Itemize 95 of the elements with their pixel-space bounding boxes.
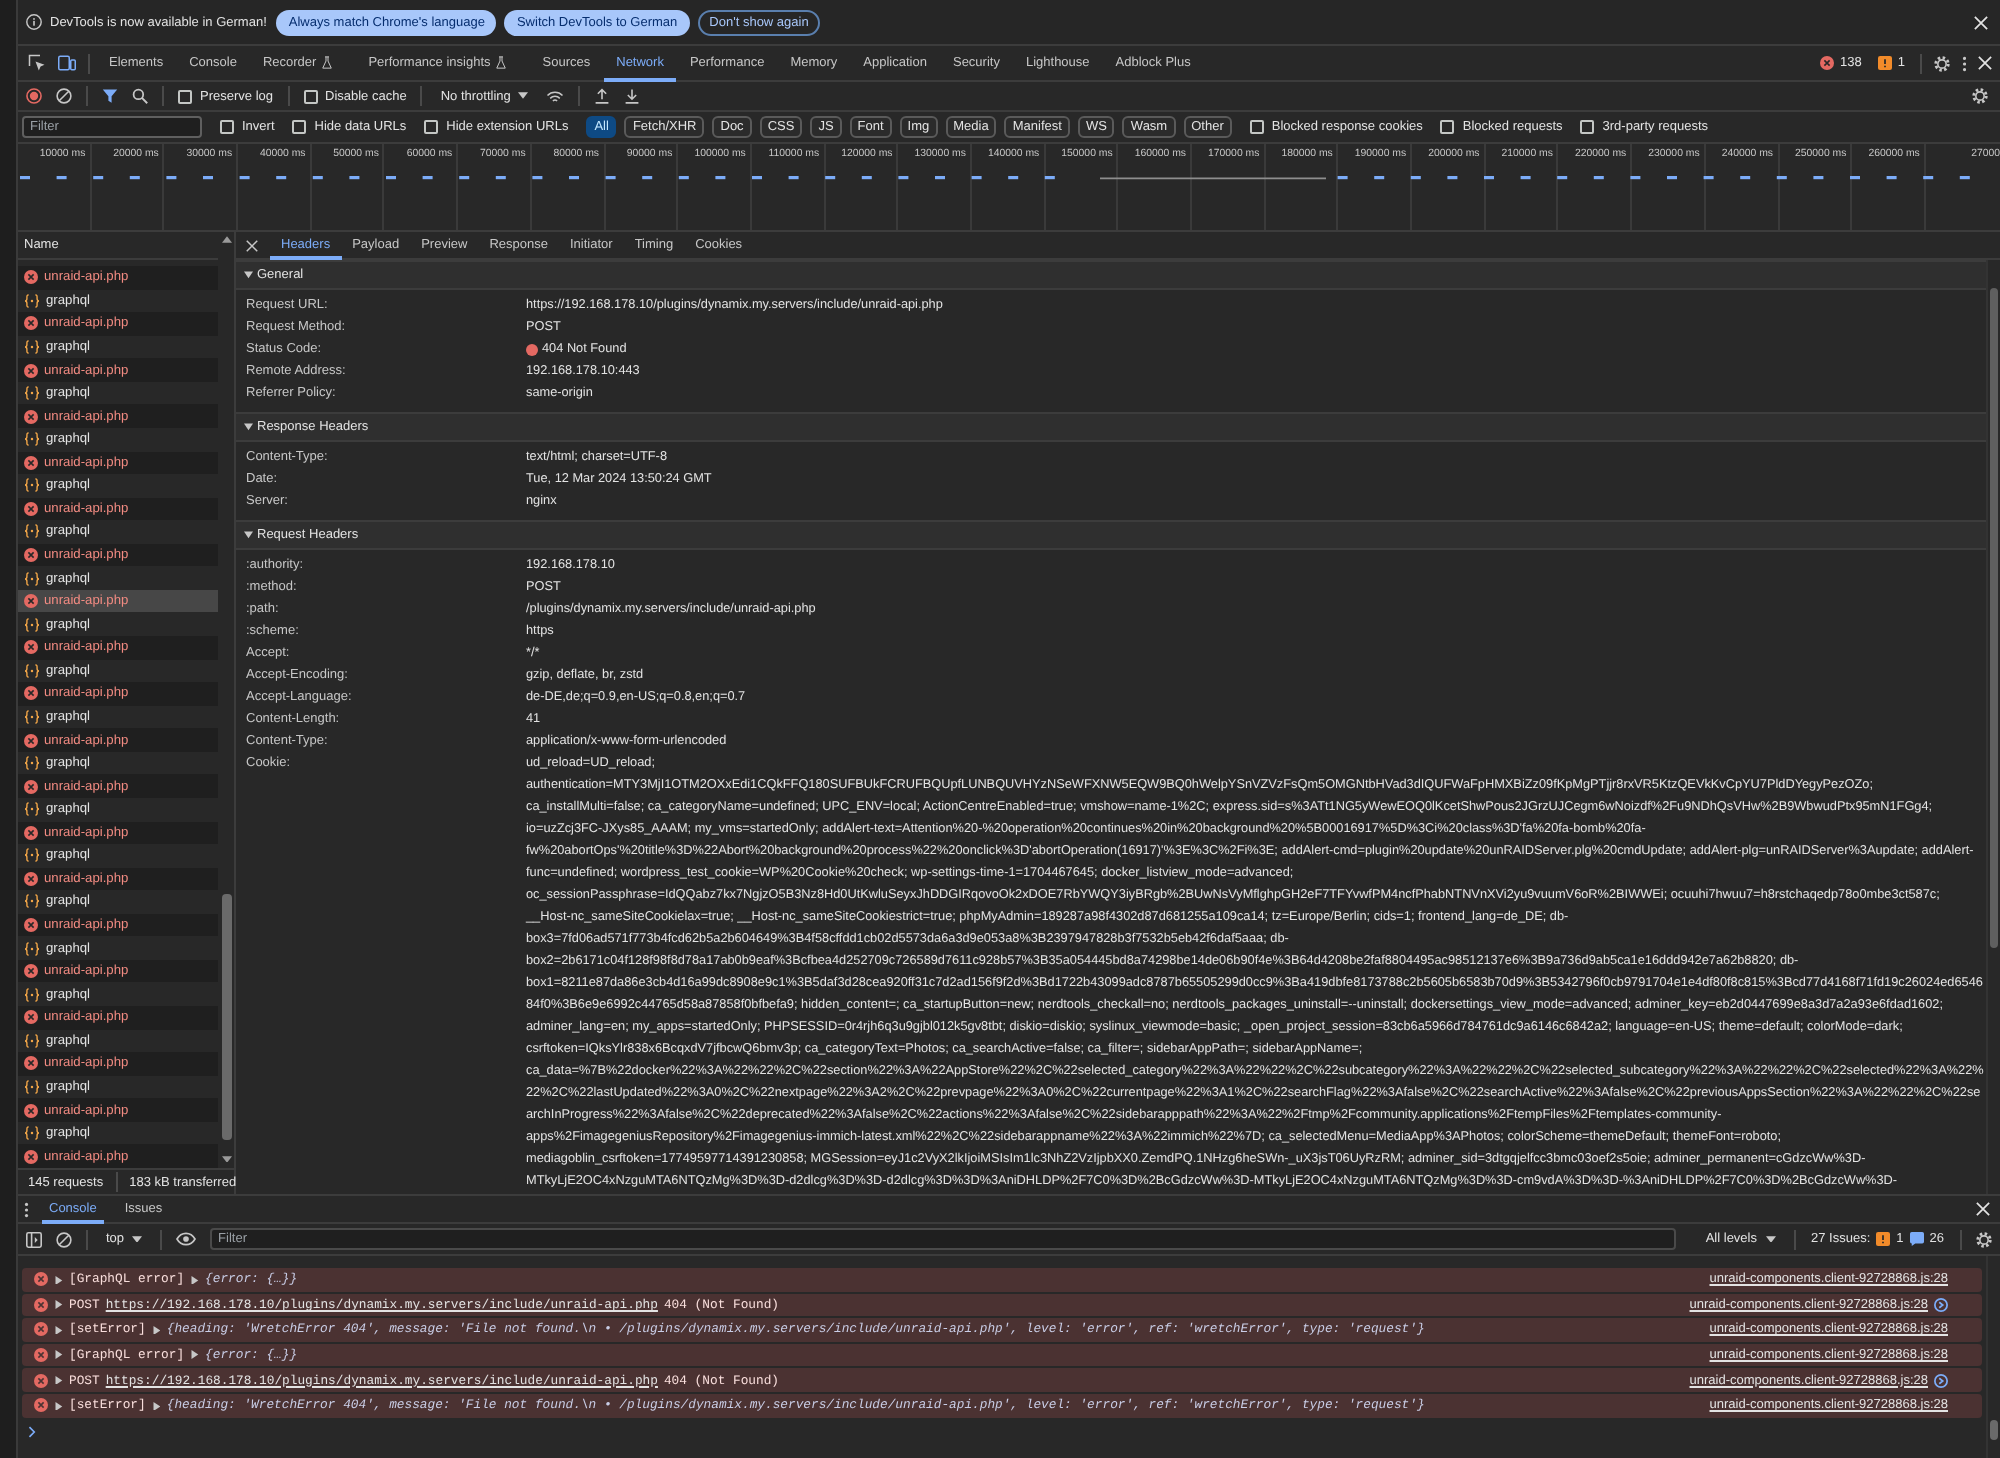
checkbox[interactable] — [1580, 120, 1595, 134]
braces-icon — [24, 617, 40, 632]
braces-icon — [24, 987, 40, 1002]
braces-icon — [24, 339, 40, 354]
scrollbar-thumb[interactable] — [1990, 288, 1998, 948]
prompt-icon — [28, 1425, 36, 1438]
error-icon — [24, 964, 38, 979]
eye-icon[interactable] — [176, 1232, 197, 1246]
close-icon[interactable] — [1974, 15, 1988, 29]
braces-icon — [24, 524, 40, 539]
braces-icon — [24, 386, 40, 401]
expand-triangle-icon[interactable] — [54, 1375, 63, 1385]
scroll-up-arrow-icon[interactable] — [221, 236, 231, 243]
braces-icon — [24, 848, 40, 863]
more-options-icon[interactable] — [1961, 55, 1966, 71]
info-icon — [26, 14, 42, 30]
error-icon — [24, 779, 38, 794]
error-icon — [24, 548, 38, 563]
expand-triangle-icon[interactable] — [190, 1275, 200, 1285]
error-icon — [24, 455, 38, 470]
checkbox[interactable] — [1440, 120, 1455, 134]
download-icon[interactable] — [624, 88, 641, 104]
devices-icon[interactable] — [58, 54, 76, 72]
braces-icon — [24, 1126, 40, 1141]
record-icon[interactable] — [26, 88, 42, 104]
braces-icon — [24, 709, 40, 724]
error-icon — [24, 270, 38, 285]
checkbox[interactable] — [303, 89, 317, 103]
checkbox[interactable] — [178, 89, 192, 103]
clear-icon[interactable] — [56, 88, 72, 104]
error-icon — [24, 825, 38, 840]
expand-triangle-icon[interactable] — [190, 1350, 200, 1360]
settings-icon[interactable] — [1976, 1231, 1992, 1247]
close-icon[interactable] — [1976, 1202, 1990, 1216]
warning-icon — [1876, 1232, 1891, 1246]
braces-icon — [24, 756, 40, 771]
braces-icon — [24, 293, 40, 308]
error-icon — [24, 686, 38, 701]
expand-triangle-icon[interactable] — [151, 1325, 161, 1335]
expand-triangle-icon[interactable] — [151, 1401, 161, 1411]
braces-icon — [24, 478, 40, 493]
expand-triangle-icon[interactable] — [54, 1401, 63, 1411]
expand-triangle-icon[interactable] — [54, 1350, 63, 1360]
checkbox[interactable] — [424, 120, 439, 134]
error-icon — [24, 594, 38, 609]
error-icon — [24, 1056, 38, 1071]
sidebar-icon[interactable] — [26, 1231, 42, 1247]
search-icon[interactable] — [132, 88, 148, 104]
circle-arrow-icon[interactable] — [1934, 1297, 1948, 1312]
braces-icon — [24, 1079, 40, 1094]
scrollbar-thumb[interactable] — [221, 893, 231, 1139]
braces-icon — [24, 1033, 40, 1048]
scrollbar-thumb[interactable] — [1990, 1420, 1998, 1440]
caret-icon — [1765, 1235, 1775, 1243]
settings-icon[interactable] — [1972, 88, 1988, 104]
braces-icon — [24, 802, 40, 817]
braces-icon — [24, 432, 40, 447]
more-options-icon[interactable] — [24, 1201, 29, 1217]
circle-arrow-icon[interactable] — [1934, 1373, 1948, 1388]
close-icon[interactable] — [1978, 56, 1992, 70]
expand-triangle-icon[interactable] — [54, 1275, 63, 1285]
error-icon — [34, 1398, 48, 1413]
error-icon — [24, 1103, 38, 1118]
error-icon — [24, 1149, 38, 1164]
expand-triangle-icon[interactable] — [54, 1325, 63, 1335]
checkbox[interactable] — [292, 120, 307, 134]
upload-icon[interactable] — [594, 88, 611, 104]
braces-icon — [24, 894, 40, 909]
error-icon — [24, 918, 38, 933]
error-icon — [24, 409, 38, 424]
error-icon — [24, 363, 38, 378]
close-icon[interactable] — [246, 239, 258, 251]
error-icon — [24, 1010, 38, 1025]
filter-icon[interactable] — [102, 88, 118, 104]
expand-triangle-icon[interactable] — [54, 1300, 63, 1310]
caret-icon — [132, 1235, 143, 1243]
braces-icon — [24, 571, 40, 586]
inspect-icon[interactable] — [28, 54, 46, 72]
clear-icon[interactable] — [56, 1231, 72, 1247]
error-icon — [24, 871, 38, 886]
error-icon — [24, 316, 38, 331]
braces-icon — [24, 941, 40, 956]
error-icon — [1820, 56, 1835, 70]
error-icon — [24, 733, 38, 748]
wifi-icon[interactable] — [546, 87, 565, 105]
chat-icon — [1909, 1232, 1924, 1246]
settings-icon[interactable] — [1933, 55, 1949, 71]
error-icon — [24, 640, 38, 655]
braces-icon — [24, 663, 40, 678]
error-icon — [24, 501, 38, 516]
caret-icon — [518, 92, 529, 100]
checkbox[interactable] — [1249, 120, 1264, 134]
scroll-down-arrow-icon[interactable] — [221, 1155, 231, 1162]
warning-icon — [1877, 56, 1892, 70]
checkbox[interactable] — [220, 120, 234, 134]
